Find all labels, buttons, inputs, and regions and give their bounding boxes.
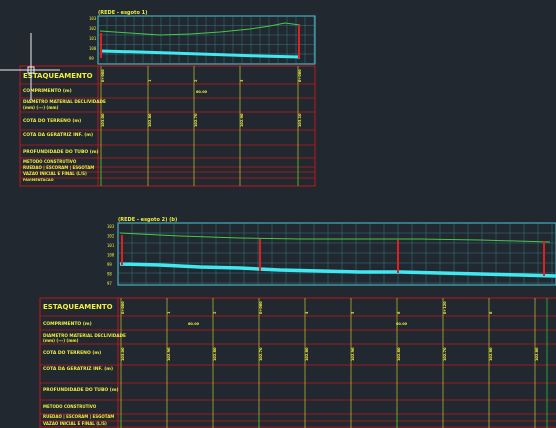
profile-top-row-label: COMPRIMENTO (m) [23, 88, 72, 94]
profile-top-y-tick-label: 102 [89, 26, 97, 31]
profile-bottom-y-tick-label: 99 [107, 262, 112, 267]
profile-bottom-y-tick-label: 98 [107, 272, 112, 277]
profile-bottom-length-value: 60.00 [188, 322, 200, 326]
profile-top-station-label: 0+000 [101, 69, 105, 82]
profile-top-y-tick-label: 101 [89, 36, 97, 41]
profile-bottom-cota-value: 102.70 [443, 347, 447, 361]
profile-top-row-label: VAZAO INICIAL E FINAL (L/S) [23, 171, 87, 176]
profile-top-row-label: COTA DO TERRENO (m) [23, 118, 81, 124]
profile-top-y-tick-label: 100 [89, 46, 97, 51]
profile-top-row-label: RUEDAO | ESCORAM | ESGOTAM [23, 165, 94, 170]
profile-bottom-row-label: COTA DA GERATRIZ INF. (m) [43, 366, 113, 372]
profile-bottom-cota-value: 102.70 [259, 347, 263, 361]
profile-top-station-label: 0+060 [298, 69, 302, 82]
profile-top-manhole-end [298, 25, 300, 58]
profile-bottom-cota-value: 102.60 [535, 347, 539, 361]
cad-viewport[interactable]: (REDE - esgoto 1) 103 102 101 100 99 ESTAQUE… [0, 0, 556, 428]
profile-top-row-label: PROFUNDIDADE DO TUBO (m) [23, 149, 99, 155]
profile-bottom-cota-value: 102.80 [213, 347, 217, 361]
profile-top-row-label: PAVIMENTACAO [23, 178, 54, 182]
profile-bottom-y-tick-label: 101 [107, 243, 115, 248]
profile-bottom-row-label: PROFUNDIDADE DO TUBO (m) [43, 387, 119, 393]
profile-top-row-label: (mm) (---) (mm) [23, 105, 59, 110]
profile-bottom-y-tick-label: 102 [107, 234, 115, 239]
profile-top-cota-value: 103.00 [101, 113, 105, 127]
profile-top-length-value: 60.00 [196, 90, 208, 94]
profile-bottom-row-label: VAZAO INICIAL E FINAL (L/S) [43, 421, 107, 426]
profile-top-row-label: METODO CONSTRUTIVO [23, 159, 77, 164]
profile-bottom-cota-value: 102.90 [351, 347, 355, 361]
profile-top-manhole-start [100, 33, 102, 58]
profile-bottom-cota-value: 102.80 [397, 347, 401, 361]
profile-bottom-row-label: RUEDAO | ESCORAM | ESGOTAM [43, 414, 114, 419]
profile-top-cota-value: 102.70 [194, 113, 198, 127]
profile-top-cota-value: 102.80 [148, 113, 152, 127]
profile-top-row-label: DIAMETRO MATERIAL DECLIVIDADE [23, 99, 106, 104]
profile-bottom-y-tick-label: 100 [107, 253, 115, 258]
profile-bottom-y-tick-label: 103 [107, 224, 115, 229]
profile-top-cota-value: 103.10 [298, 113, 302, 127]
profile-top-row-label: COTA DA GERATRIZ INF. (m) [23, 132, 93, 138]
profile-bottom-station-label: 0+060 [259, 301, 263, 314]
profile-bottom-cota-value: 102.90 [167, 347, 171, 361]
profile-bottom-manhole-1 [121, 235, 123, 265]
profile-bottom-cota-value: 102.80 [305, 347, 309, 361]
profile-bottom-cota-value: 103.00 [121, 347, 125, 361]
profile-bottom-y-tick-label: 97 [107, 281, 112, 286]
profile-bottom-row-label: (mm) (---) (mm) [43, 338, 79, 343]
profile-bottom-row-label: COMPRIMENTO (m) [43, 321, 92, 327]
profile-bottom-row-label: COTA DO TERRENO (m) [43, 350, 101, 356]
profile-bottom-cota-value: 102.60 [489, 347, 493, 361]
profile-bottom-row-label: METODO CONSTRUTIVO [43, 404, 97, 409]
profile-bottom-station-label: 0+000 [121, 301, 125, 314]
profile-bottom-manhole-2 [259, 239, 261, 271]
profile-bottom-station-label: 0+120 [443, 301, 447, 314]
profile-top-y-tick-label: 103 [89, 16, 97, 21]
profile-bottom-title: (REDE - esgoto 2) (b) [118, 217, 177, 223]
profile-top-title: (REDE - esgoto 1) [98, 10, 147, 16]
profile-top-cota-value: 102.90 [240, 113, 244, 127]
profile-bottom-manhole-3 [397, 240, 399, 273]
profile-top-y-tick-label: 99 [89, 56, 94, 61]
profile-bottom-length-value: 60.00 [396, 322, 408, 326]
profile-bottom-row-label: ESTAQUEAMENTO [43, 303, 113, 311]
profile-bottom-manhole-4 [543, 241, 545, 276]
